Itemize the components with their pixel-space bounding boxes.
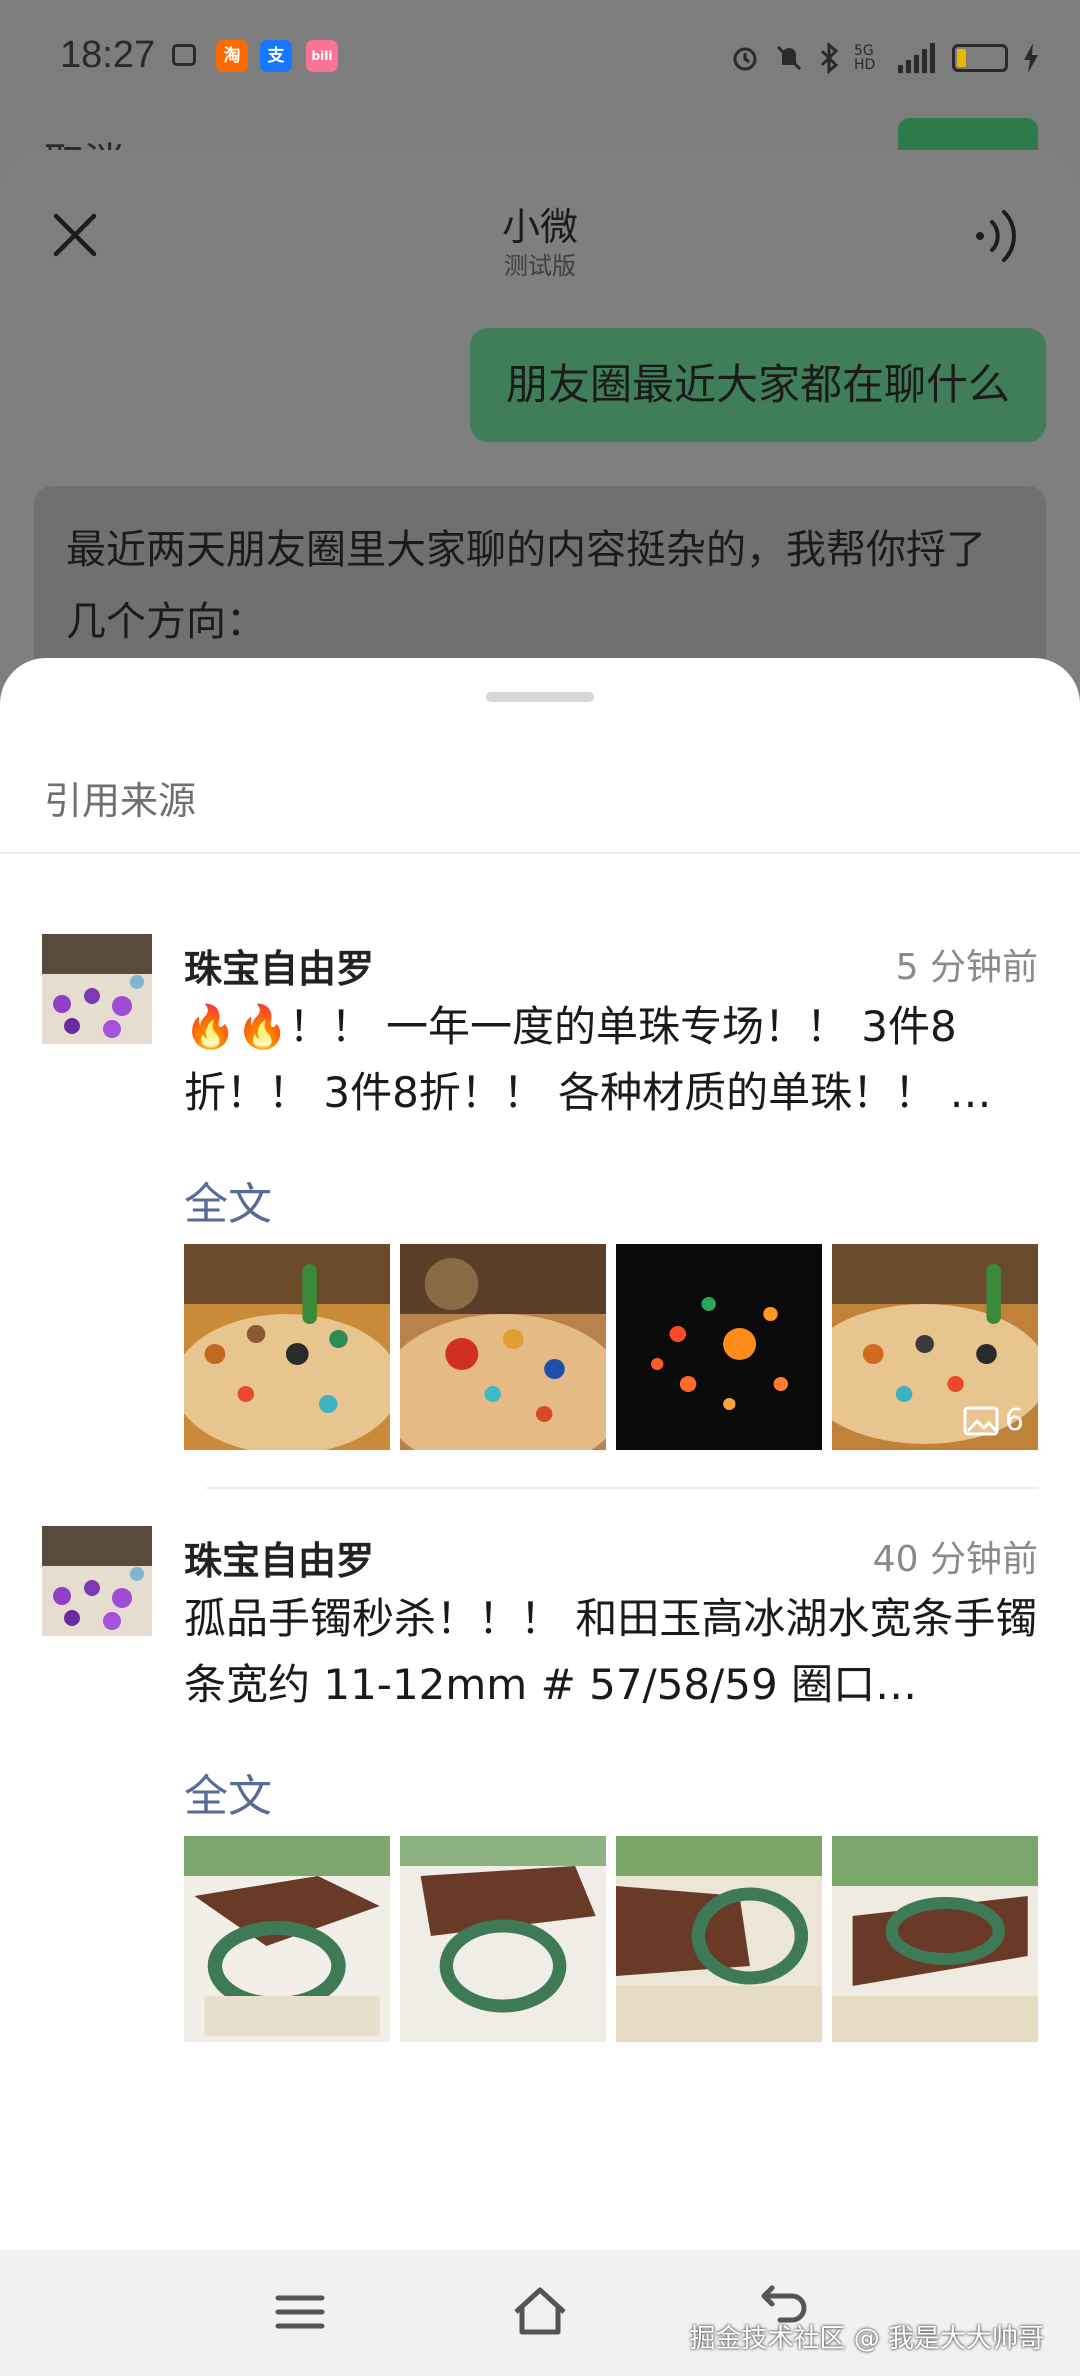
moment-post[interactable]: 珠宝自由罗 5 分钟前 🔥🔥！！ 一年一度的单珠专场！！ 3件8折！！ 3件8折… xyxy=(0,934,1080,1454)
watermark: 掘金技术社区 @ 我是大大帅哥 xyxy=(689,2324,1044,2354)
avatar[interactable] xyxy=(42,1526,152,1636)
charging-icon xyxy=(1024,43,1038,73)
sheet-divider xyxy=(0,852,1080,854)
avatar[interactable] xyxy=(42,934,152,1044)
post-separator xyxy=(206,1487,1038,1489)
post-author[interactable]: 珠宝自由罗 xyxy=(184,938,374,993)
post-image[interactable]: 6 xyxy=(832,1244,1038,1450)
full-text-link[interactable]: 全文 xyxy=(184,1760,272,1824)
sheet-title: 引用来源 xyxy=(44,779,197,823)
post-text: 🔥🔥！！ 一年一度的单珠专场！！ 3件8折！！ 3件8折！！ 各种材质的单珠！！… xyxy=(184,1002,992,1117)
image-count: 6 xyxy=(1004,1403,1024,1438)
moment-post[interactable]: 珠宝自由罗 40 分钟前 孤品手镯秒杀！！！ 和田玉高冰湖水宽条手镯 条宽约 1… xyxy=(0,1526,1080,2046)
post-image[interactable] xyxy=(184,1244,390,1450)
post-image[interactable] xyxy=(832,1836,1038,2042)
menu-icon[interactable] xyxy=(270,2282,330,2342)
speaker-icon[interactable] xyxy=(972,208,1022,264)
gallery-icon xyxy=(963,1406,999,1435)
post-author[interactable]: 珠宝自由罗 xyxy=(184,1530,374,1585)
image-count-badge: 6 xyxy=(963,1403,1024,1438)
status-time: 18:27 xyxy=(60,34,156,76)
post-images xyxy=(184,1836,1038,2042)
bluetooth-icon xyxy=(820,42,839,74)
post-image[interactable] xyxy=(616,1836,822,2042)
system-nav-bar xyxy=(0,2250,1080,2376)
full-text-link[interactable]: 全文 xyxy=(184,1168,272,1232)
post-image[interactable] xyxy=(616,1244,822,1450)
chat-title: 小微 xyxy=(501,205,578,249)
sheet-drag-handle[interactable] xyxy=(486,692,594,702)
mute-icon xyxy=(776,45,802,71)
post-text: 孤品手镯秒杀！！！ 和田玉高冰湖水宽条手镯 条宽约 11-12mm # 57/5… xyxy=(184,1594,1038,1709)
post-timestamp: 40 分钟前 xyxy=(872,1539,1038,1580)
alarm-icon xyxy=(733,47,757,71)
status-indicators: 5G HD xyxy=(730,38,1040,78)
network-label: 5G HD xyxy=(854,43,876,73)
post-image[interactable] xyxy=(400,1244,606,1450)
signal-icon xyxy=(898,43,935,73)
battery-icon xyxy=(952,44,1008,72)
bilibili-icon: bili xyxy=(306,40,338,72)
status-bar: 18:27 淘 支 bili 5G HD xyxy=(0,0,1080,115)
alipay-icon: 支 xyxy=(260,40,292,72)
home-icon[interactable] xyxy=(510,2282,570,2342)
post-image[interactable] xyxy=(400,1836,606,2042)
chat-subtitle: 测试版 xyxy=(504,252,576,280)
tv-icon xyxy=(172,44,196,66)
post-timestamp: 5 分钟前 xyxy=(895,947,1038,988)
post-image[interactable] xyxy=(184,1836,390,2042)
post-images: 6 xyxy=(184,1244,1038,1450)
user-message-bubble: 朋友圈最近大家都在聊什么 xyxy=(469,328,1046,442)
taobao-icon: 淘 xyxy=(216,40,248,72)
citation-sheet: 引用来源 珠宝自由罗 5 分钟前 🔥🔥！！ 一年一度的单珠专场！！ 3件8折！！… xyxy=(0,658,1080,2250)
